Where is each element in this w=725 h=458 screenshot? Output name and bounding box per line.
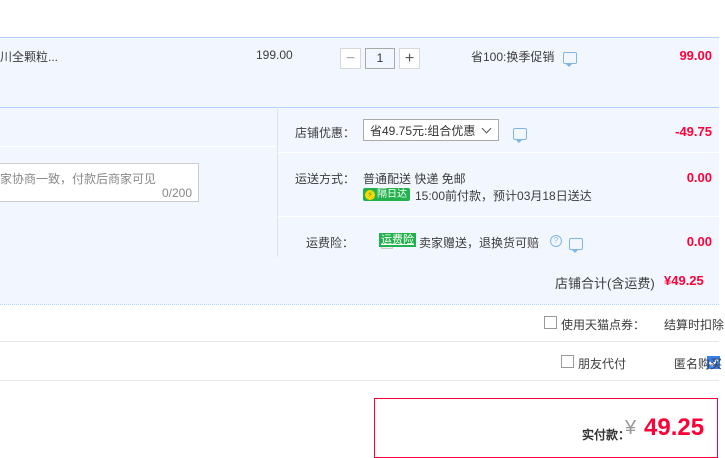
- points-divider: [0, 341, 719, 342]
- item-promo: 省100:换季促销: [471, 48, 577, 67]
- shipping-amount: 0.00: [686, 170, 712, 185]
- shop-discount-label: 店铺优惠：: [295, 126, 356, 140]
- row-separator: [278, 152, 719, 153]
- message-icon[interactable]: [562, 51, 577, 67]
- shipping-label: 运送方式：: [295, 172, 356, 186]
- row-separator: [278, 216, 719, 217]
- insurance-text: 卖家赠送，退换货可赔: [419, 236, 540, 250]
- friend-pay-label: 朋友代付: [578, 357, 627, 371]
- decrease-button[interactable]: −: [340, 48, 361, 69]
- message-icon[interactable]: [568, 237, 583, 253]
- quantity-stepper: − 1 +: [340, 48, 420, 69]
- item-unit-price: 199.00: [256, 48, 293, 62]
- shop-total-label: 店铺合计(含运费): [555, 276, 655, 291]
- shop-discount-value: 省49.75元:组合优惠: [370, 123, 476, 138]
- anonymous-label: 匿名购买: [674, 357, 723, 371]
- points-label: 使用天猫点券：: [561, 318, 646, 332]
- shipping-badge: ⚡ 隔日达: [363, 188, 410, 201]
- payment-amount: 49.25: [644, 414, 705, 441]
- payment-currency: ¥: [625, 417, 637, 439]
- insurance-amount: 0.00: [686, 234, 712, 249]
- quantity-input[interactable]: 1: [365, 48, 395, 69]
- shop-total-amount: ¥49.25: [664, 273, 704, 288]
- help-icon[interactable]: ?: [550, 235, 562, 247]
- lightning-icon: ⚡: [365, 189, 375, 200]
- shipping-eta: 15:00前付款，预计03月18日送达: [415, 189, 592, 203]
- insurance-label: 运费险：: [306, 236, 355, 250]
- item-subtotal: 99.00: [679, 48, 712, 63]
- chevron-down-icon: [481, 123, 492, 134]
- options-divider-bottom: [0, 380, 719, 381]
- friend-pay-checkbox[interactable]: [561, 355, 574, 368]
- message-counter: 0/200: [161, 186, 192, 200]
- increase-button[interactable]: +: [399, 48, 420, 69]
- payment-label: 实付款：: [582, 428, 631, 442]
- options-divider: [277, 107, 278, 257]
- shipping-badge-label: 隔日达: [377, 189, 407, 200]
- points-checkbox[interactable]: [544, 316, 557, 329]
- shop-total-divider: [0, 304, 719, 305]
- shipping-method: 普通配送 快递 免邮: [363, 172, 466, 186]
- points-note: 结算时扣除: [664, 318, 725, 332]
- shop-discount-select[interactable]: 省49.75元:组合优惠: [363, 119, 499, 141]
- message-placeholder: 家协商一致，付款后商家可见: [0, 172, 157, 186]
- shop-discount-amount: -49.75: [675, 124, 712, 139]
- item-title[interactable]: 川全颗粒...: [0, 48, 58, 65]
- row-separator: [0, 146, 277, 147]
- promo-label: 省100:换季促销: [471, 50, 555, 64]
- insurance-badge: 运费险: [379, 233, 416, 247]
- message-textarea[interactable]: 家协商一致，付款后商家可见 0/200: [0, 163, 199, 202]
- message-icon[interactable]: [513, 127, 527, 143]
